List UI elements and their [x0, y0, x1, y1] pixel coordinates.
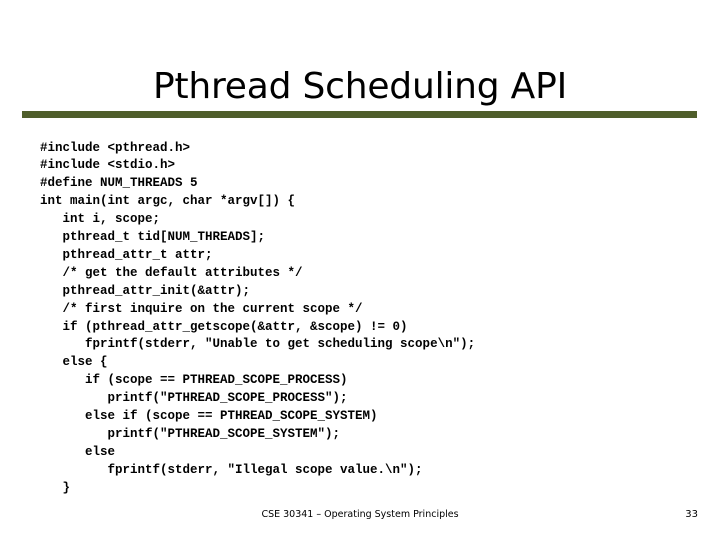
code-line: pthread_attr_init(&attr);: [40, 283, 251, 298]
code-line: pthread_attr_t attr;: [40, 247, 213, 262]
code-line: printf("PTHREAD_SCOPE_PROCESS");: [40, 391, 348, 406]
code-line: int i, scope;: [40, 212, 161, 227]
page-title: Pthread Scheduling API: [152, 66, 568, 108]
code-line: pthread_t tid[NUM_THREADS];: [40, 230, 266, 245]
code-line: }: [40, 480, 71, 495]
code-line: /* first inquire on the current scope */: [40, 301, 363, 316]
code-line: fprintf(stderr, "Unable to get schedulin…: [40, 337, 476, 352]
code-line: #include <pthread.h>: [40, 140, 191, 155]
slide-page-number: 33: [685, 509, 698, 520]
code-line: int main(int argc, char *argv[]) {: [40, 194, 296, 209]
code-line: if (pthread_attr_getscope(&attr, &scope)…: [40, 319, 408, 334]
code-line: fprintf(stderr, "Illegal scope value.\n"…: [40, 462, 423, 477]
code-line: if (scope == PTHREAD_SCOPE_PROCESS): [40, 373, 348, 388]
code-line: else if (scope == PTHREAD_SCOPE_SYSTEM): [40, 409, 378, 424]
title-divider-bar: [22, 111, 697, 118]
slide: Pthread Scheduling API #include <pthread…: [0, 0, 720, 540]
code-line: else {: [40, 355, 108, 370]
footer-course-label: CSE 30341 – Operating System Principles: [261, 509, 459, 520]
code-line: /* get the default attributes */: [40, 265, 303, 280]
code-line: else: [40, 444, 116, 459]
code-line: printf("PTHREAD_SCOPE_SYSTEM");: [40, 427, 341, 441]
code-line: #include <stdio.h>: [40, 158, 176, 173]
code-block: #include <pthread.h> #include <stdio.h> …: [40, 140, 700, 498]
slide-footer: CSE 30341 – Operating System Principles …: [0, 509, 720, 525]
code-line: #define NUM_THREADS 5: [40, 176, 198, 191]
